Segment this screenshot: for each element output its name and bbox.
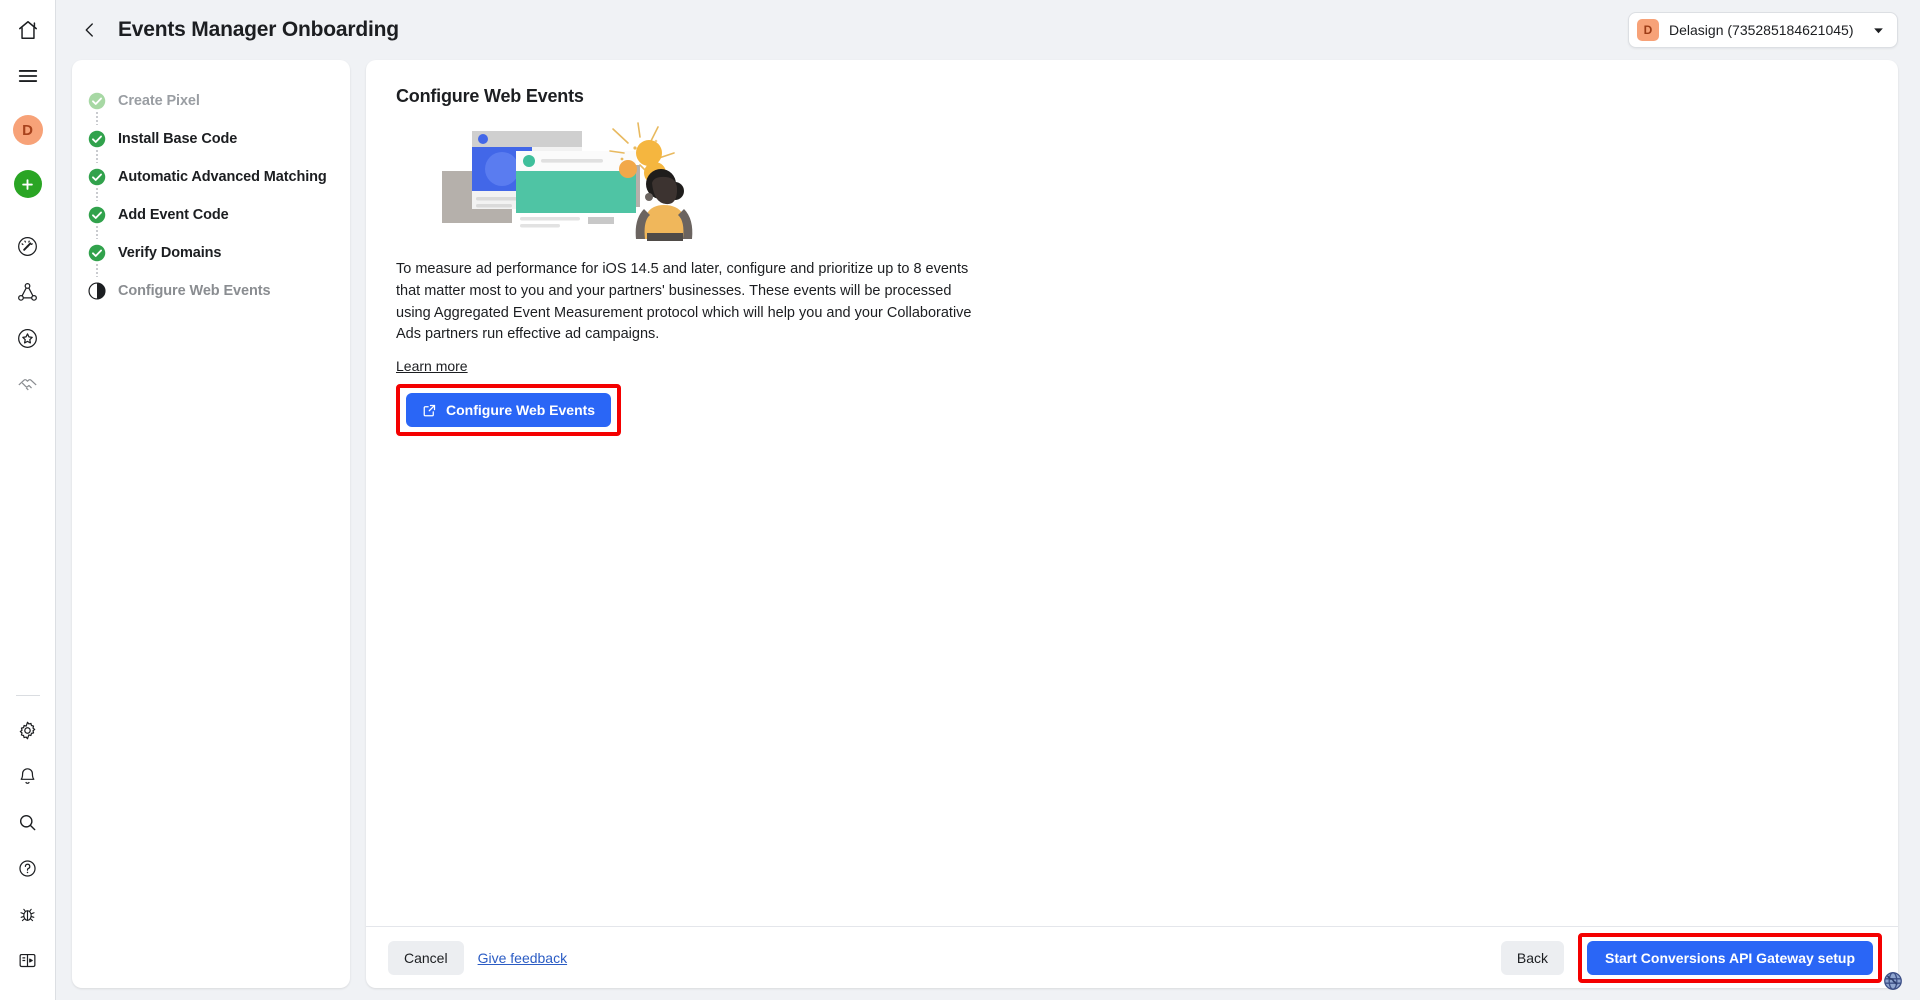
content-area: Create Pixel Install Base Code Automatic… — [56, 60, 1920, 1000]
globe-icon[interactable] — [1882, 970, 1906, 994]
step-add-event-code[interactable]: Add Event Code — [72, 196, 350, 239]
half-circle-progress-icon — [88, 282, 106, 300]
app-root: D Events Manager Onboarding D Delasign (… — [0, 0, 1920, 1000]
step-verify-domains[interactable]: Verify Domains — [72, 234, 350, 277]
cancel-button[interactable]: Cancel — [388, 940, 464, 975]
left-rail: D — [0, 0, 56, 1000]
create-icon[interactable] — [8, 164, 48, 204]
onboarding-steps-card: Create Pixel Install Base Code Automatic… — [72, 60, 350, 988]
notifications-bell-icon[interactable] — [8, 756, 48, 796]
account-name: Delasign (735285184621045) — [1669, 22, 1854, 38]
back-arrow-icon[interactable] — [72, 12, 108, 48]
step-configure-web-events[interactable]: Configure Web Events — [72, 272, 350, 310]
step-label: Configure Web Events — [118, 283, 271, 299]
audiences-icon[interactable] — [8, 272, 48, 312]
panel-body: Configure Web Events To measure ad perfo… — [366, 60, 1898, 926]
panel-title: Configure Web Events — [396, 86, 584, 106]
account-badge: D — [1637, 19, 1659, 41]
learn-more-link[interactable]: Learn more — [396, 358, 468, 374]
configure-web-events-button[interactable]: Configure Web Events — [406, 393, 612, 427]
panel-footer: Cancel Give feedback Back Start Conversi… — [366, 926, 1898, 988]
step-create-pixel[interactable]: Create Pixel — [72, 82, 350, 125]
primary-action-highlight: Start Conversions API Gateway setup — [1578, 932, 1882, 983]
give-feedback-link[interactable]: Give feedback — [478, 950, 568, 966]
partnerships-icon[interactable] — [8, 364, 48, 404]
plus-glyph — [13, 170, 42, 198]
help-icon[interactable] — [8, 848, 48, 888]
check-circle-icon — [88, 206, 106, 224]
page-title: Events Manager Onboarding — [118, 18, 399, 41]
menu-icon[interactable] — [8, 56, 48, 96]
check-circle-faded-icon — [88, 92, 106, 110]
check-circle-icon — [88, 130, 106, 148]
check-circle-icon — [88, 168, 106, 186]
brand-safety-icon[interactable] — [8, 318, 48, 358]
configure-web-events-panel: Configure Web Events To measure ad perfo… — [366, 60, 1898, 988]
step-install-base-code[interactable]: Install Base Code — [72, 120, 350, 163]
check-circle-icon — [88, 244, 106, 262]
main-area: Events Manager Onboarding D Delasign (73… — [56, 0, 1920, 1000]
search-icon[interactable] — [8, 802, 48, 842]
step-label: Add Event Code — [118, 207, 229, 223]
step-label: Create Pixel — [118, 93, 200, 109]
configure-web-events-button-label: Configure Web Events — [446, 402, 596, 418]
account-selector[interactable]: D Delasign (735285184621045) — [1628, 12, 1898, 48]
step-label: Automatic Advanced Matching — [118, 169, 327, 185]
avatar-initial: D — [12, 115, 43, 145]
step-automatic-advanced-matching[interactable]: Automatic Advanced Matching — [72, 158, 350, 201]
step-label: Install Base Code — [118, 131, 238, 147]
chevron-down-icon — [1872, 24, 1885, 37]
ads-manager-icon[interactable] — [8, 226, 48, 266]
configure-web-events-highlight: Configure Web Events — [396, 384, 622, 436]
back-button[interactable]: Back — [1500, 940, 1564, 975]
start-conversions-api-gateway-setup-button[interactable]: Start Conversions API Gateway setup — [1587, 940, 1873, 975]
bug-icon[interactable] — [8, 894, 48, 934]
web-events-illustration — [442, 121, 742, 241]
avatar[interactable]: D — [8, 110, 48, 150]
home-icon[interactable] — [8, 10, 48, 50]
top-bar: Events Manager Onboarding D Delasign (73… — [56, 0, 1920, 60]
external-link-icon — [422, 403, 437, 418]
step-label: Verify Domains — [118, 245, 222, 261]
rail-divider — [15, 695, 40, 696]
panel-description: To measure ad performance for iOS 14.5 a… — [396, 261, 972, 343]
panel-toggle-icon[interactable] — [8, 940, 48, 980]
settings-gear-icon[interactable] — [8, 710, 48, 750]
